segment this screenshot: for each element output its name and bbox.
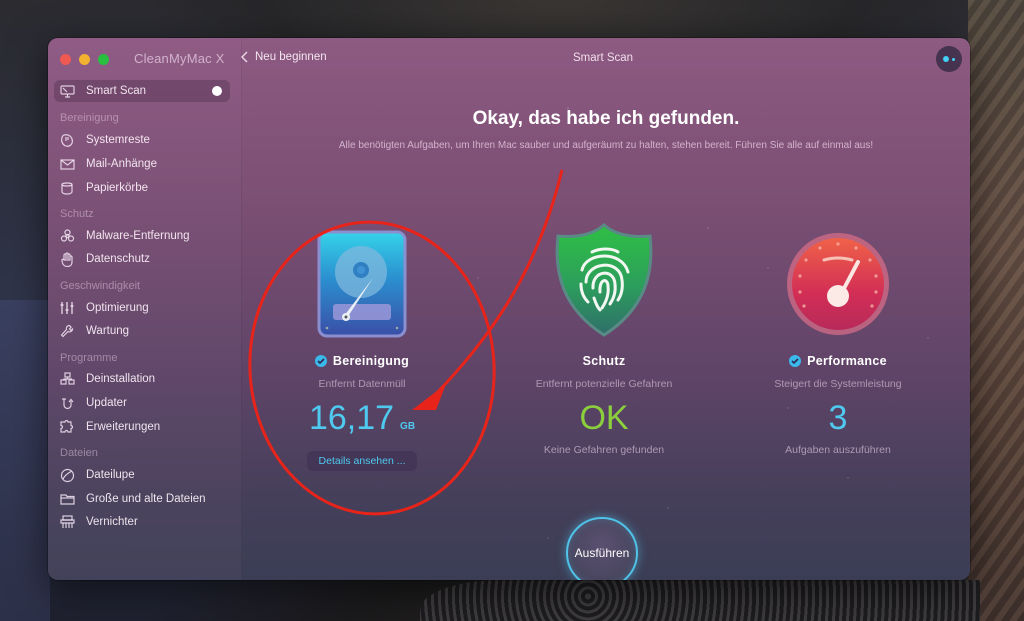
card-bereinigung: Bereinigung Entfernt Datenmüll 16,17 GB D…: [262, 226, 462, 471]
junk-size-value: 16,17: [308, 399, 395, 437]
desktop-wallpaper-rock-bottom: [420, 580, 980, 621]
sidebar-item-dateilupe[interactable]: Dateilupe: [58, 465, 135, 485]
folder-icon: [58, 491, 76, 507]
tasks-count-value: 3: [828, 399, 848, 437]
sidebar-item-updater[interactable]: Updater: [58, 393, 127, 413]
sidebar-item-label: Erweiterungen: [86, 421, 161, 433]
sidebar: CleanMyMac X Smart Scan Bereinigung Syst…: [48, 38, 242, 580]
sidebar-section-schutz: Schutz: [60, 208, 94, 220]
sidebar-item-label: Deinstallation: [86, 373, 156, 385]
sidebar-item-vernichter[interactable]: Vernichter: [58, 512, 138, 532]
monitor-scan-icon: [58, 83, 76, 99]
sidebar-item-datenschutz[interactable]: Datenschutz: [58, 249, 150, 269]
updater-icon: [58, 395, 76, 411]
sidebar-item-label: Datenschutz: [86, 253, 150, 265]
checked-icon[interactable]: [314, 355, 327, 367]
app-window: CleanMyMac X Smart Scan Bereinigung Syst…: [48, 38, 970, 580]
shield-fingerprint-icon: [555, 222, 653, 337]
desktop-wallpaper-rock: [968, 0, 1024, 621]
assistant-icon[interactable]: [936, 46, 962, 72]
sidebar-item-label: Vernichter: [86, 516, 138, 528]
sidebar-item-erweiterungen[interactable]: Erweiterungen: [58, 417, 160, 437]
speedometer-icon: [787, 233, 889, 335]
sidebar-item-malware-entfernung[interactable]: Malware-Entfernung: [58, 226, 190, 246]
puzzle-icon: [58, 419, 76, 435]
minimize-window-button[interactable]: [79, 54, 90, 65]
sidebar-item-label: Systemreste: [86, 134, 150, 146]
protection-status-value: OK: [579, 399, 629, 437]
sidebar-section-geschwindigkeit: Geschwindigkeit: [60, 280, 141, 292]
system-junk-icon: [58, 132, 76, 148]
mail-icon: [58, 156, 76, 172]
card-footer: Aufgaben auszuführen: [785, 444, 891, 456]
hard-drive-icon: [317, 230, 407, 338]
sidebar-item-label: Papierkörbe: [86, 182, 149, 194]
card-title: Performance: [807, 354, 887, 368]
scan-result-headline: Okay, das habe ich gefunden.: [472, 108, 740, 129]
uninstaller-icon: [58, 371, 76, 387]
trash-bin-icon: [58, 180, 76, 196]
sidebar-item-label: Optimierung: [86, 302, 149, 314]
sidebar-item-systemreste[interactable]: Systemreste: [58, 130, 150, 150]
chevron-left-icon: [241, 51, 248, 63]
wrench-icon: [58, 323, 76, 339]
shredder-icon: [58, 514, 76, 530]
sidebar-item-label: Smart Scan: [86, 85, 147, 97]
biohazard-icon: [58, 228, 76, 244]
card-schutz: Schutz Entfernt potenzielle Gefahren OK …: [504, 222, 704, 456]
sidebar-item-label: Updater: [86, 397, 127, 409]
scan-result-subline: Alle benötigten Aufgaben, um Ihren Mac s…: [338, 140, 874, 151]
card-performance: Performance Steigert die Systemleistung …: [738, 226, 938, 456]
back-button[interactable]: Neu beginnen: [241, 51, 327, 63]
sidebar-item-label: Große und alte Dateien: [86, 493, 206, 505]
sidebar-item-grosse-alte-dateien[interactable]: Große und alte Dateien: [58, 489, 206, 509]
active-indicator-dot: [212, 86, 222, 96]
close-window-button[interactable]: [60, 54, 71, 65]
sliders-icon: [58, 300, 76, 316]
maximize-window-button[interactable]: [98, 54, 109, 65]
space-lens-icon: [58, 467, 76, 483]
run-button-label: Ausführen: [574, 546, 630, 560]
sidebar-item-label: Malware-Entfernung: [86, 230, 190, 242]
sidebar-item-label: Mail-Anhänge: [86, 158, 157, 170]
card-title: Bereinigung: [332, 354, 410, 368]
sidebar-section-dateien: Dateien: [60, 447, 98, 459]
run-button[interactable]: Ausführen: [566, 517, 638, 580]
sidebar-section-programme: Programme: [60, 352, 118, 364]
card-description: Entfernt Datenmüll: [318, 378, 406, 390]
details-button[interactable]: Details ansehen ...: [306, 451, 418, 471]
hand-icon: [58, 251, 76, 267]
card-footer: Keine Gefahren gefunden: [543, 444, 665, 456]
card-description: Steigert die Systemleistung: [774, 378, 902, 390]
card-title: Schutz: [582, 354, 626, 368]
sidebar-item-label: Wartung: [86, 325, 130, 337]
app-title: CleanMyMac X: [134, 51, 225, 66]
sidebar-item-optimierung[interactable]: Optimierung: [58, 298, 149, 318]
sidebar-item-mail-anhaenge[interactable]: Mail-Anhänge: [58, 154, 157, 174]
sidebar-section-bereinigung: Bereinigung: [60, 112, 119, 124]
sidebar-item-papierkoerbe[interactable]: Papierkörbe: [58, 178, 148, 198]
junk-size-unit: GB: [400, 421, 416, 432]
sidebar-item-wartung[interactable]: Wartung: [58, 321, 129, 341]
back-button-label: Neu beginnen: [255, 51, 327, 63]
checked-icon[interactable]: [789, 355, 802, 367]
window-controls: [60, 54, 109, 65]
sidebar-item-smart-scan[interactable]: Smart Scan: [54, 80, 230, 102]
desktop-wallpaper-sea: [0, 300, 50, 621]
page-title: Smart Scan: [573, 52, 634, 64]
sidebar-item-label: Dateilupe: [86, 469, 135, 481]
sidebar-item-deinstallation[interactable]: Deinstallation: [58, 369, 155, 389]
card-description: Entfernt potenzielle Gefahren: [535, 378, 673, 390]
